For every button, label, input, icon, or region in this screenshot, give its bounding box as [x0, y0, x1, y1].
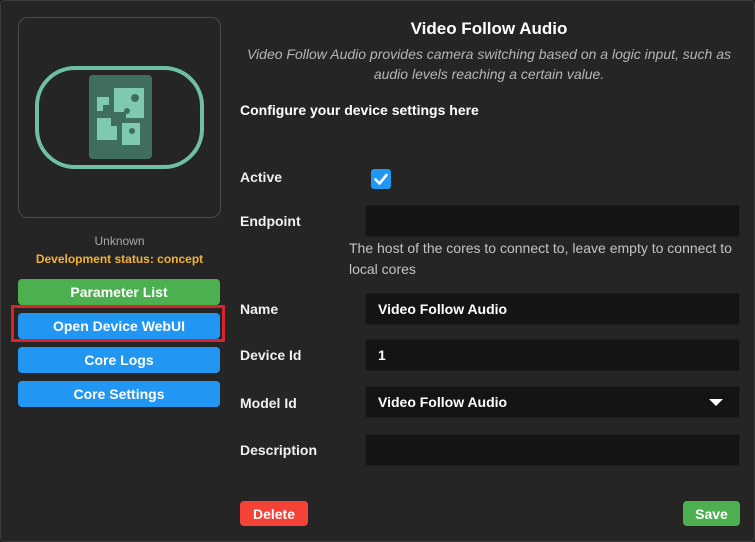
device-id-input[interactable]: 1: [365, 339, 740, 371]
active-label: Active: [240, 169, 283, 185]
model-id-label: Model Id: [240, 395, 297, 411]
video-follow-audio-device-icon: [35, 66, 204, 169]
core-logs-button[interactable]: Core Logs: [18, 347, 220, 373]
name-label: Name: [240, 301, 279, 317]
caret-down-icon[interactable]: [709, 399, 723, 406]
description-label: Description: [240, 442, 318, 458]
checkmark-icon: [374, 173, 388, 185]
description-input[interactable]: [365, 434, 740, 466]
configure-intro-text: Configure your device settings here: [240, 102, 479, 118]
delete-button[interactable]: Delete: [240, 501, 308, 526]
save-button[interactable]: Save: [683, 501, 740, 526]
highlight-box: [11, 305, 225, 342]
device-settings-dialog: Unknown Development status: concept Para…: [0, 0, 755, 542]
model-id-select[interactable]: Video Follow Audio: [365, 386, 740, 418]
name-input[interactable]: Video Follow Audio: [365, 293, 740, 325]
core-settings-button[interactable]: Core Settings: [18, 381, 220, 407]
device-description-text: Video Follow Audio provides camera switc…: [246, 46, 732, 82]
device-image-frame: [18, 17, 221, 218]
active-checkbox[interactable]: [371, 169, 391, 189]
model-id-selected-value: Video Follow Audio: [378, 394, 508, 410]
endpoint-hint-text: The host of the cores to connect to, lea…: [349, 240, 732, 277]
endpoint-label: Endpoint: [240, 213, 301, 229]
device-name-text: Unknown: [94, 234, 145, 248]
development-status-text: Development status: concept: [35, 252, 204, 266]
parameter-list-button[interactable]: Parameter List: [18, 279, 220, 305]
endpoint-input[interactable]: [365, 205, 740, 237]
dialog-title: Video Follow Audio: [410, 19, 568, 38]
device-id-label: Device Id: [240, 347, 302, 363]
